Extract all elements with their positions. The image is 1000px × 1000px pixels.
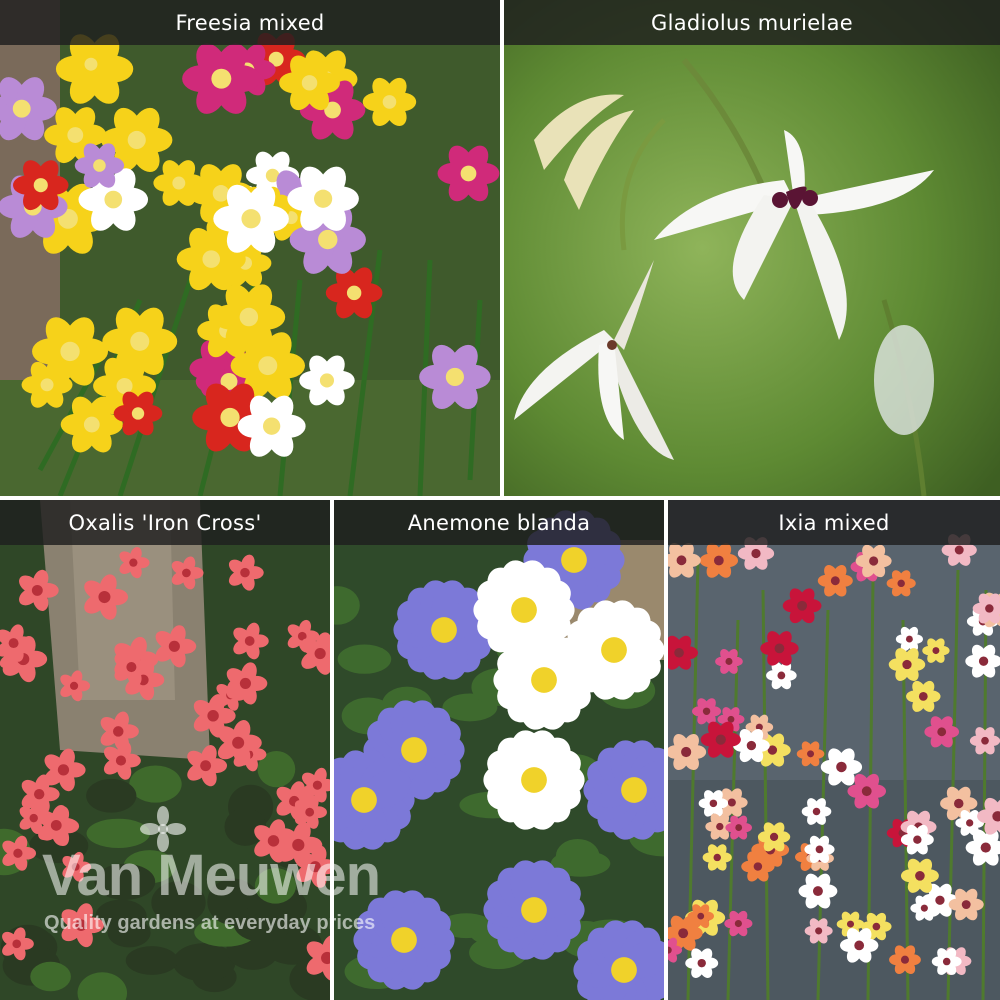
oxalis-photo-tile: Oxalis 'Iron Cross' bbox=[0, 500, 330, 1000]
freesia-photo bbox=[0, 0, 500, 496]
gladiolus-caption: Gladiolus murielae bbox=[504, 0, 1000, 45]
ixia-photo-tile: Ixia mixed bbox=[668, 500, 1000, 1000]
anemone-photo bbox=[334, 500, 664, 1000]
gladiolus-photo bbox=[504, 0, 1000, 496]
freesia-caption: Freesia mixed bbox=[0, 0, 500, 45]
oxalis-caption: Oxalis 'Iron Cross' bbox=[0, 500, 330, 545]
ixia-caption: Ixia mixed bbox=[668, 500, 1000, 545]
anemone-photo-tile: Anemone blanda bbox=[334, 500, 664, 1000]
ixia-photo bbox=[668, 500, 1000, 1000]
gladiolus-photo-tile: Gladiolus murielae bbox=[504, 0, 1000, 496]
freesia-photo-tile: Freesia mixed bbox=[0, 0, 500, 496]
oxalis-photo bbox=[0, 500, 330, 1000]
anemone-caption: Anemone blanda bbox=[334, 500, 664, 545]
